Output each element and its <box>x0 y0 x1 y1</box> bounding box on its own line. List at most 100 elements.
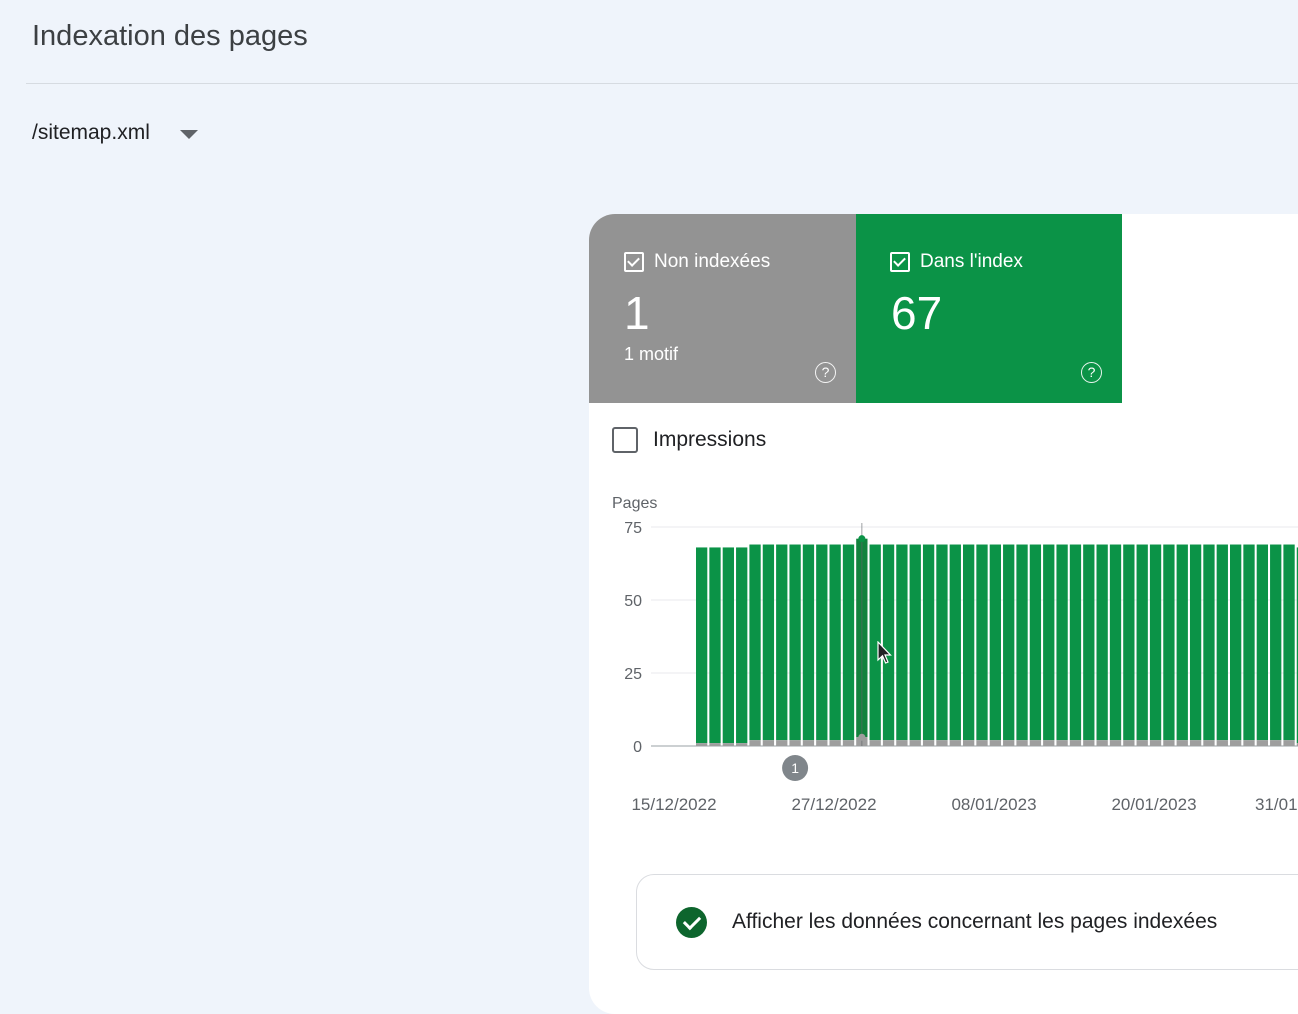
bar-not-indexed <box>1149 740 1162 746</box>
bar-not-indexed <box>1029 740 1042 746</box>
bar-indexed <box>1029 544 1042 741</box>
bar-indexed <box>976 544 988 741</box>
sitemap-dropdown-value: /sitemap.xml <box>32 121 150 144</box>
bar-not-indexed <box>696 743 708 746</box>
view-indexed-pages-link[interactable]: Afficher les données concernant les page… <box>732 910 1217 934</box>
bar-indexed <box>749 544 761 741</box>
bar-not-indexed <box>1256 740 1268 746</box>
bar-not-indexed <box>1123 740 1135 746</box>
bar-indexed <box>896 544 908 741</box>
header-divider <box>26 83 1298 84</box>
bar-indexed <box>722 547 734 744</box>
bar-not-indexed <box>963 740 975 746</box>
y-tick-label: 0 <box>633 739 642 756</box>
bar-indexed <box>776 544 788 741</box>
card-not-indexed[interactable]: Non indexées 1 1 motif ? <box>589 214 856 403</box>
bar-indexed <box>1243 544 1255 741</box>
hover-point-not-indexed <box>858 733 866 741</box>
bar-not-indexed <box>976 740 988 746</box>
bar-not-indexed <box>989 740 1001 746</box>
sitemap-dropdown[interactable]: /sitemap.xml <box>32 116 198 150</box>
x-tick-label: 08/01/2023 <box>951 795 1036 814</box>
impressions-toggle[interactable]: Impressions <box>612 427 766 453</box>
view-indexed-pages-banner[interactable]: Afficher les données concernant les page… <box>636 874 1298 970</box>
page-title: Indexation des pages <box>32 20 308 52</box>
card-indexed[interactable]: Dans l'index 67 ? <box>856 214 1122 403</box>
bar-not-indexed <box>936 740 948 746</box>
card-indexed-label: Dans l'index <box>920 251 1023 272</box>
mouse-pointer-icon <box>877 641 892 664</box>
bar-not-indexed <box>1043 740 1055 746</box>
bar-not-indexed <box>1203 740 1215 746</box>
bar-indexed <box>829 544 841 741</box>
bar-not-indexed <box>1216 740 1228 746</box>
x-tick-label: 27/12/2022 <box>791 795 876 814</box>
x-tick-label: 31/01 <box>1255 795 1298 814</box>
help-icon[interactable]: ? <box>815 362 836 383</box>
bar-indexed <box>963 544 975 741</box>
bar-indexed <box>1283 544 1295 741</box>
bar-indexed <box>762 544 775 741</box>
help-icon[interactable]: ? <box>1081 362 1102 383</box>
bar-not-indexed <box>1243 740 1255 746</box>
bar-indexed <box>922 544 935 741</box>
impressions-checkbox[interactable] <box>612 427 638 453</box>
bar-indexed <box>1189 544 1202 741</box>
bar-not-indexed <box>789 740 801 746</box>
bar-not-indexed <box>1136 740 1148 746</box>
bar-not-indexed <box>1003 740 1015 746</box>
x-tick-label: 20/01/2023 <box>1111 795 1196 814</box>
bar-indexed <box>1256 544 1268 741</box>
bar-not-indexed <box>909 740 921 746</box>
bar-indexed <box>802 544 815 741</box>
bar-not-indexed <box>1189 740 1202 746</box>
bar-not-indexed <box>709 743 721 746</box>
bar-indexed <box>1230 544 1242 741</box>
bar-indexed <box>842 544 855 741</box>
bar-indexed <box>1056 544 1068 741</box>
pages-bar-chart[interactable]: Pages 75 50 25 0 1 15/12/2022 27/12/2022 08/01/2… <box>589 484 1298 834</box>
bar-not-indexed <box>1230 740 1242 746</box>
bar-indexed <box>909 544 921 741</box>
bar-not-indexed <box>1270 740 1282 746</box>
impressions-label: Impressions <box>653 428 767 451</box>
bar-indexed <box>789 544 801 741</box>
index-report-panel: Non indexées 1 1 motif ? Dans l'index 67… <box>589 214 1298 1014</box>
y-tick-label: 25 <box>624 666 642 683</box>
bar-not-indexed <box>1056 740 1068 746</box>
bar-indexed <box>1043 544 1055 741</box>
bar-not-indexed <box>1283 740 1295 746</box>
bar-indexed <box>1016 544 1028 741</box>
card-not-indexed-reasons: 1 motif <box>624 344 679 364</box>
bar-not-indexed <box>1096 740 1108 746</box>
bar-not-indexed <box>1163 740 1175 746</box>
bar-not-indexed <box>896 740 908 746</box>
bar-not-indexed <box>882 740 895 746</box>
chevron-down-icon <box>179 129 198 139</box>
bar-indexed <box>1149 544 1162 741</box>
bar-indexed <box>1270 544 1282 741</box>
bar-indexed <box>989 544 1001 741</box>
bar-not-indexed <box>829 740 841 746</box>
bar-indexed <box>936 544 948 741</box>
bar-not-indexed <box>1109 740 1122 746</box>
bar-indexed <box>1176 544 1188 741</box>
bar-not-indexed <box>1176 740 1188 746</box>
y-axis-label: Pages <box>612 495 657 512</box>
bar-not-indexed <box>736 743 748 746</box>
bar-not-indexed <box>1016 740 1028 746</box>
hover-point-indexed <box>858 535 866 543</box>
bar-not-indexed <box>749 740 761 746</box>
bar-indexed <box>1123 544 1135 741</box>
card-not-indexed-label: Non indexées <box>654 251 771 272</box>
bar-indexed <box>1203 544 1215 741</box>
card-indexed-count: 67 <box>891 287 943 339</box>
x-tick-label: 15/12/2022 <box>631 795 716 814</box>
bar-not-indexed <box>922 740 935 746</box>
bar-indexed <box>1136 544 1148 741</box>
check-circle-icon <box>676 906 707 938</box>
card-not-indexed-count: 1 <box>624 287 650 339</box>
bar-indexed <box>709 547 721 744</box>
bar-indexed <box>1003 544 1015 741</box>
bar-indexed <box>696 547 708 744</box>
